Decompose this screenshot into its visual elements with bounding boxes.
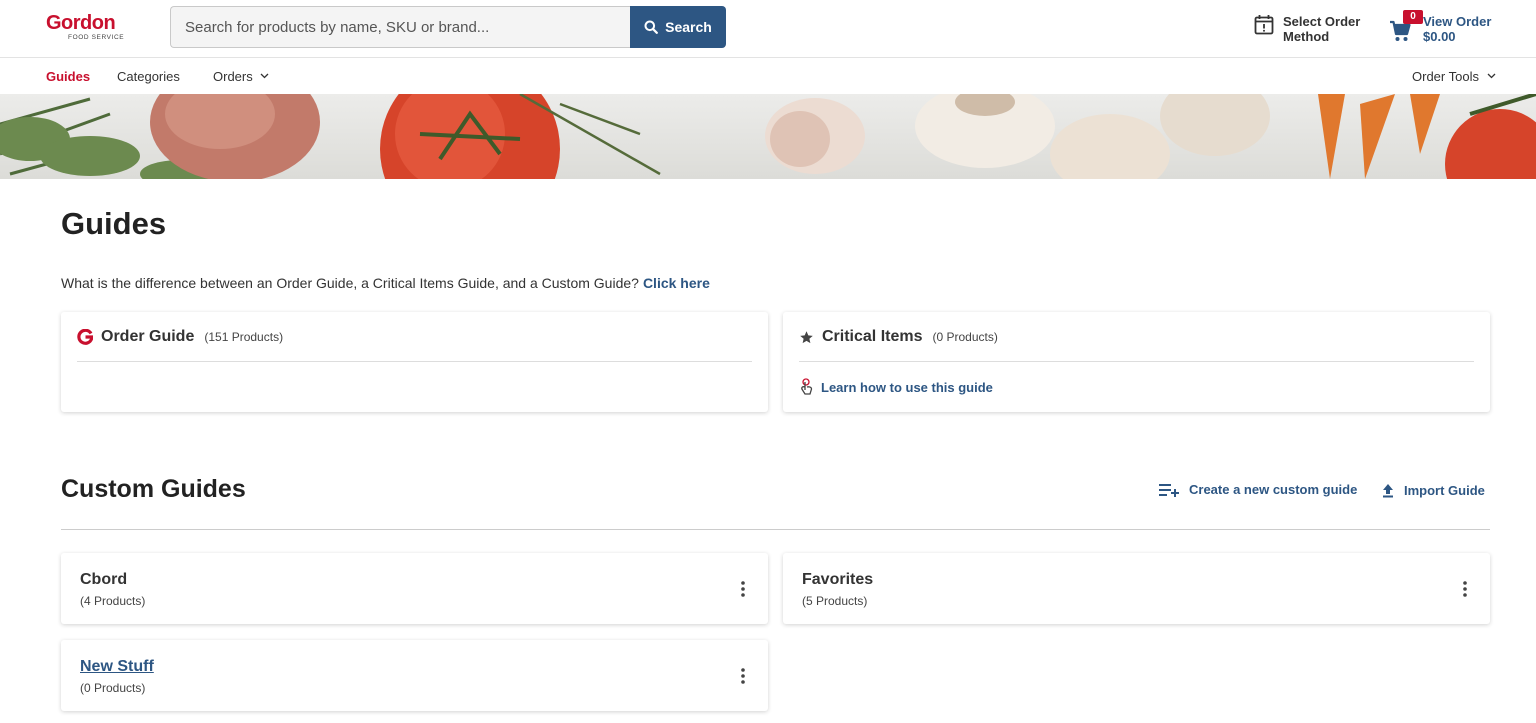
learn-guide-label: Learn how to use this guide [821, 379, 993, 395]
select-order-method[interactable]: Select Order Method [1254, 14, 1363, 44]
nav-categories[interactable]: Categories [117, 69, 180, 84]
order-guide-card[interactable]: Order Guide (151 Products) [61, 312, 768, 412]
search-button[interactable]: Search [630, 6, 726, 48]
produce-illustration [0, 94, 1536, 179]
custom-guide-name: Favorites [802, 571, 874, 588]
section-divider [61, 529, 1490, 530]
calendar-alert-icon [1254, 15, 1274, 35]
card-divider [799, 361, 1474, 362]
create-custom-guide-label: Create a new custom guide [1189, 482, 1358, 497]
gordon-g-icon [77, 329, 93, 345]
critical-items-title: Critical Items [822, 328, 923, 345]
playlist-add-icon [1159, 483, 1179, 497]
nav-order-tools-label: Order Tools [1412, 69, 1479, 84]
nav-guides[interactable]: Guides [46, 69, 90, 84]
view-order[interactable]: 0 View Order $0.00 [1389, 10, 1492, 44]
nav-orders-label: Orders [213, 69, 253, 84]
custom-guide-card[interactable]: Cbord (4 Products) [61, 553, 768, 624]
cart-count-badge: 0 [1403, 10, 1423, 24]
order-guide-header: Order Guide (151 Products) [77, 328, 283, 346]
custom-guides-title: Custom Guides [61, 475, 246, 503]
create-custom-guide-link[interactable]: Create a new custom guide [1159, 482, 1357, 497]
gordon-logo[interactable]: Gordon FOOD SERVICE [46, 13, 130, 45]
critical-items-card[interactable]: Critical Items (0 Products) Learn how to… [783, 312, 1490, 412]
custom-guide-name-link[interactable]: New Stuff [80, 658, 154, 676]
logo-text: Gordon [46, 12, 116, 34]
import-guide-label: Import Guide [1404, 482, 1485, 498]
cart: 0 [1389, 10, 1423, 42]
order-guide-title: Order Guide [101, 328, 195, 345]
import-guide-link[interactable]: Import Guide [1380, 482, 1485, 498]
order-total: $0.00 [1423, 29, 1456, 44]
custom-guide-card[interactable]: Favorites (5 Products) [783, 553, 1490, 624]
chevron-down-icon [1487, 73, 1496, 79]
page-title: Guides [61, 206, 167, 241]
card-divider [77, 361, 752, 362]
hand-tap-icon [801, 378, 813, 395]
search-input[interactable] [170, 6, 630, 48]
top-header: Gordon FOOD SERVICE Search Select Order … [0, 0, 1536, 58]
logo-subtext: FOOD SERVICE [68, 34, 125, 41]
order-guide-count: (151 Products) [204, 330, 284, 344]
more-options-icon[interactable] [740, 667, 746, 685]
critical-items-count: (0 Products) [932, 330, 998, 344]
learn-guide-link[interactable]: Learn how to use this guide [799, 378, 993, 396]
custom-guide-count: (5 Products) [802, 594, 868, 608]
search-icon [644, 20, 659, 34]
custom-guide-name: Cbord [80, 571, 128, 588]
search-bar: Search [170, 6, 726, 48]
difference-question-text: What is the difference between an Order … [61, 275, 639, 291]
more-options-icon[interactable] [1462, 580, 1468, 598]
nav-orders[interactable]: Orders [213, 69, 269, 84]
click-here-link[interactable]: Click here [643, 275, 710, 291]
search-button-label: Search [665, 19, 712, 35]
order-method-line1: Select Order [1283, 14, 1361, 29]
chevron-down-icon [260, 73, 269, 79]
guides-difference-question: What is the difference between an Order … [61, 275, 710, 291]
view-order-label: View Order [1423, 14, 1492, 29]
more-options-icon[interactable] [740, 580, 746, 598]
upload-icon [1383, 484, 1393, 498]
critical-items-header: Critical Items (0 Products) [799, 328, 998, 346]
nav-order-tools[interactable]: Order Tools [1412, 69, 1496, 84]
star-icon [800, 330, 813, 343]
order-method-line2: Method [1283, 29, 1330, 44]
custom-guide-count: (0 Products) [80, 681, 146, 695]
custom-guide-card[interactable]: New Stuff (0 Products) [61, 640, 768, 711]
produce-banner-image [0, 94, 1536, 179]
custom-guide-count: (4 Products) [80, 594, 146, 608]
main-nav: Guides Categories Orders Order Tools [0, 58, 1536, 94]
